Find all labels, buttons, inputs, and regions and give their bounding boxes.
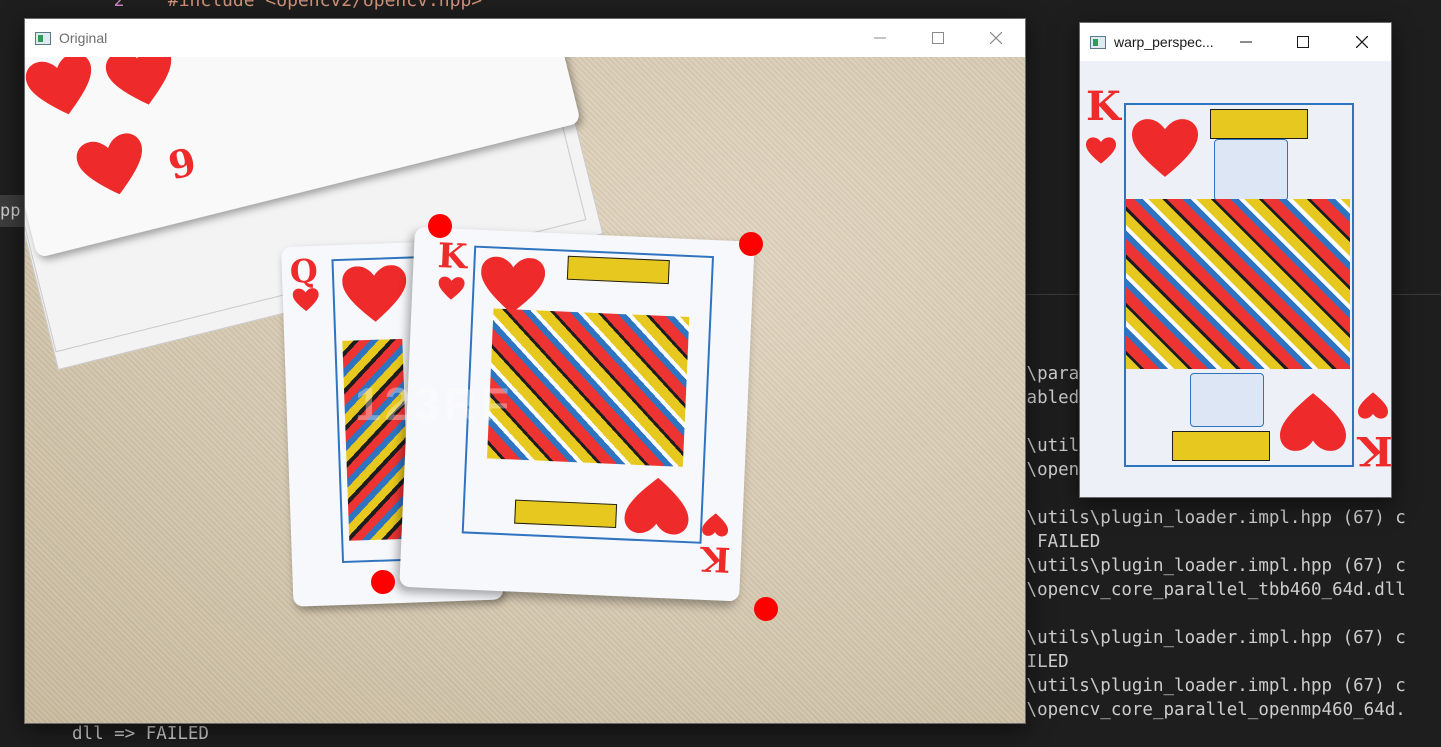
card-rank-queen: Q	[289, 251, 319, 291]
minimize-icon	[1240, 41, 1252, 43]
editor-code-line: 2 #include <opencv2/opencv.hpp>	[92, 0, 483, 11]
minimize-button[interactable]	[1219, 23, 1273, 61]
heart-icon	[292, 288, 319, 312]
king-face-bottom	[1190, 373, 1264, 427]
maximize-button[interactable]	[1273, 23, 1333, 61]
queen-figure	[342, 338, 410, 541]
king-crown-bottom	[514, 499, 618, 529]
corner-point-top-right[interactable]	[739, 232, 763, 256]
original-window[interactable]: Original 6 Q K K 123RF	[24, 18, 1026, 724]
king-crown	[566, 255, 670, 285]
heart-icon	[342, 265, 407, 322]
heart-icon	[25, 57, 92, 115]
warped-card-image: K K	[1080, 61, 1391, 497]
window-title: warp_perspec...	[1114, 34, 1214, 50]
console-line: AILED	[1016, 652, 1069, 672]
terminal-bottom-line: dll => FAILED	[72, 724, 209, 744]
king-face	[1214, 139, 1288, 201]
card-rank-six: 6	[163, 137, 201, 188]
corner-point-bottom-left[interactable]	[371, 570, 395, 594]
console-line: h\opencv_core_parallel_tbb460_64d.dll	[1016, 580, 1406, 600]
corner-point-top-left[interactable]	[428, 214, 452, 238]
heart-icon	[1086, 137, 1116, 164]
warp-titlebar[interactable]: warp_perspec...	[1080, 23, 1391, 61]
king-figure-frame	[1124, 103, 1354, 467]
king-crown-bottom	[1172, 431, 1270, 461]
close-icon	[990, 32, 1002, 44]
app-icon	[1090, 35, 1106, 49]
heart-icon	[481, 256, 546, 314]
console-line: c\utils\plugin_loader.impl.hpp (67) c	[1016, 628, 1406, 648]
card-rank-king: K	[436, 236, 469, 278]
console-line: h\opencv_core_parallel_openmp460_64d.	[1016, 700, 1406, 720]
heart-icon	[438, 276, 465, 300]
king-crown	[1210, 109, 1308, 139]
king-figure	[486, 308, 690, 467]
maximize-button[interactable]	[909, 19, 967, 57]
console-line: c\utils\plugin_loader.impl.hpp (67) c	[1016, 508, 1406, 528]
card-rank-king: K	[1086, 83, 1121, 130]
close-button[interactable]	[967, 19, 1025, 57]
watermark: 123RF	[355, 378, 514, 430]
window-title: Original	[59, 30, 108, 46]
heart-icon	[76, 133, 143, 195]
corner-point-bottom-right[interactable]	[754, 597, 778, 621]
king-figure	[1126, 199, 1350, 369]
maximize-icon	[932, 32, 944, 44]
heart-icon	[624, 477, 689, 535]
side-tab[interactable]: pp	[0, 195, 24, 227]
heart-icon	[105, 57, 172, 105]
minimize-button[interactable]	[851, 19, 909, 57]
heart-icon	[702, 513, 729, 537]
maximize-icon	[1297, 36, 1309, 48]
console-line: c\utils\plugin_loader.impl.hpp (67) c	[1016, 676, 1406, 696]
original-titlebar[interactable]: Original	[25, 19, 1025, 57]
heart-icon	[1132, 119, 1198, 177]
close-icon	[1356, 36, 1368, 48]
warp-window[interactable]: warp_perspec... K K	[1079, 22, 1392, 498]
card-rank-king-bottom: K	[1358, 427, 1391, 474]
console-line: > FAILED	[1016, 532, 1101, 552]
app-icon	[35, 31, 51, 45]
console-line: c\utils\plugin_loader.impl.hpp (67) c	[1016, 556, 1406, 576]
close-button[interactable]	[1333, 23, 1391, 61]
card-rank-king-bottom: K	[699, 537, 732, 580]
original-image: 6 Q K K 123RF	[25, 57, 1025, 723]
heart-icon	[1280, 393, 1346, 451]
heart-icon	[1358, 392, 1388, 419]
minimize-icon	[874, 37, 886, 39]
